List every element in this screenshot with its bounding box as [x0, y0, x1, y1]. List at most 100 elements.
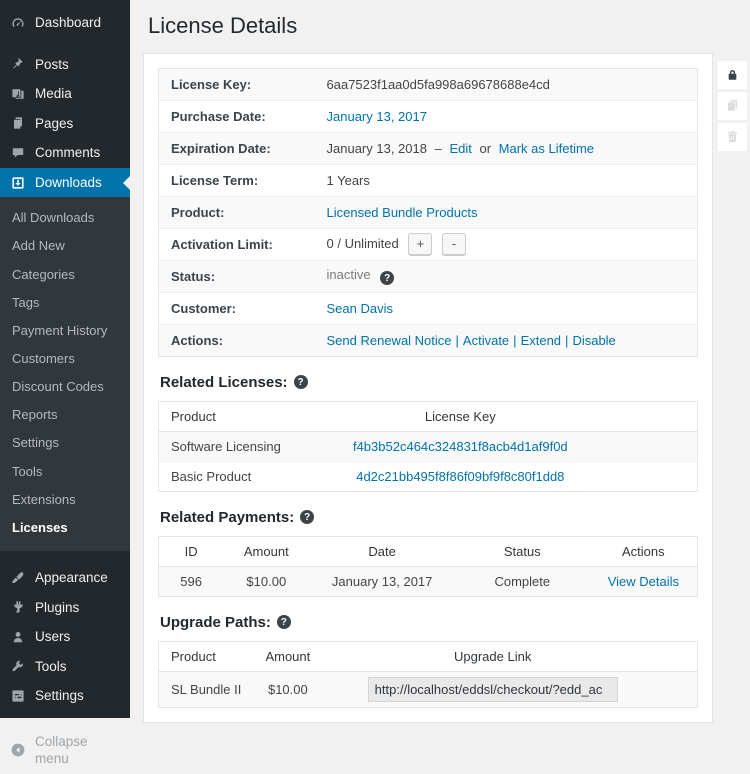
customer-row: Customer: Sean Davis [159, 292, 698, 324]
submenu-item-add-new[interactable]: Add New [0, 232, 130, 260]
related-license-product: Software Licensing [159, 431, 305, 461]
related-payments-help-icon[interactable]: ? [300, 510, 314, 524]
license-details-table: License Key: 6aa7523f1aa0d5fa998a6967868… [158, 68, 698, 357]
sidebar-item-label: Posts [35, 56, 69, 74]
pushpin-icon [10, 56, 26, 72]
table-row: Software Licensing f4b3b52c464c324831f8a… [159, 431, 698, 461]
product-link[interactable]: Licensed Bundle Products [327, 205, 478, 220]
sidebar-item-tools[interactable]: Tools [0, 652, 130, 682]
sidebar-item-label: Downloads [35, 174, 102, 192]
sidebar-spacer [0, 551, 130, 563]
sidebar-item-label: Tools [35, 658, 67, 676]
sidebar-item-settings[interactable]: Settings [0, 681, 130, 711]
edit-expiration-link[interactable]: Edit [449, 141, 471, 156]
expiration-date-value: January 13, 2018 [327, 141, 427, 156]
status-label: Status: [159, 260, 326, 292]
related-payments-table: ID Amount Date Status Actions 596 $10.00… [158, 536, 698, 597]
send-renewal-notice-link[interactable]: Send Renewal Notice [327, 333, 452, 348]
expiration-separator: – [435, 141, 442, 156]
sidebar-item-label: Settings [35, 687, 84, 705]
sidebar-item-label: Pages [35, 115, 73, 133]
related-license-key-link[interactable]: f4b3b52c464c324831f8acb4d1af9f0d [353, 439, 568, 454]
sidebar-item-users[interactable]: Users [0, 622, 130, 652]
sidebar-item-dashboard[interactable]: Dashboard [0, 8, 130, 38]
copy-button[interactable] [718, 92, 747, 120]
upgrade-amount: $10.00 [245, 671, 331, 707]
upgrade-paths-heading: Upgrade Paths: ? [160, 614, 698, 631]
submenu-item-settings[interactable]: Settings [0, 429, 130, 457]
submenu-item-reports[interactable]: Reports [0, 401, 130, 429]
submenu-item-categories[interactable]: Categories [0, 261, 130, 289]
related-licenses-table: Product License Key Software Licensing f… [158, 401, 698, 492]
delete-button[interactable] [718, 123, 747, 151]
column-header-amount: Amount [223, 536, 309, 566]
trash-icon [725, 129, 740, 144]
customer-link[interactable]: Sean Davis [327, 301, 393, 316]
sidebar-item-downloads[interactable]: Downloads [0, 168, 130, 198]
actions-separator: | [565, 333, 568, 348]
decrease-limit-button[interactable]: - [442, 233, 466, 255]
download-icon [10, 175, 26, 191]
purchase-date-link[interactable]: January 13, 2017 [327, 109, 427, 124]
related-license-product: Basic Product [159, 461, 305, 491]
actions-label: Actions: [159, 324, 326, 356]
sidebar-item-label: Appearance [35, 569, 108, 587]
comments-icon [10, 145, 26, 161]
sidebar-item-posts[interactable]: Posts [0, 50, 130, 80]
license-term-row: License Term: 1 Years [159, 164, 698, 196]
upgrade-paths-help-icon[interactable]: ? [277, 615, 291, 629]
sidebar-item-label: Media [35, 85, 72, 103]
submenu-item-payment-history[interactable]: Payment History [0, 317, 130, 345]
increase-limit-button[interactable]: + [408, 233, 432, 255]
sidebar-item-label: Dashboard [35, 14, 101, 32]
related-licenses-help-icon[interactable]: ? [294, 375, 308, 389]
media-icon [10, 86, 26, 102]
activate-link[interactable]: Activate [463, 333, 509, 348]
sidebar-item-appearance[interactable]: Appearance [0, 563, 130, 593]
main-content: License Details License Key: 6aa7523f1aa… [130, 0, 750, 723]
plugins-icon [10, 599, 26, 615]
purchase-date-label: Purchase Date: [159, 100, 326, 132]
status-help-icon[interactable]: ? [380, 271, 394, 285]
purchase-date-row: Purchase Date: January 13, 2017 [159, 100, 698, 132]
sidebar-item-label: Users [35, 628, 70, 646]
expiration-date-label: Expiration Date: [159, 132, 326, 164]
status-row: Status: inactive ? [159, 260, 698, 292]
disable-link[interactable]: Disable [572, 333, 615, 348]
license-details-card: License Key: 6aa7523f1aa0d5fa998a6967868… [143, 53, 713, 723]
submenu-item-all-downloads[interactable]: All Downloads [0, 204, 130, 232]
upgrade-link-input[interactable] [368, 677, 618, 702]
downloads-submenu: All Downloads Add New Categories Tags Pa… [0, 197, 130, 551]
sidebar-item-media[interactable]: Media [0, 79, 130, 109]
sidebar-item-comments[interactable]: Comments [0, 138, 130, 168]
copy-icon [725, 98, 740, 113]
submenu-item-discount-codes[interactable]: Discount Codes [0, 373, 130, 401]
admin-sidebar: Dashboard Posts Media Pages Comments Dow… [0, 0, 130, 718]
related-license-key-link[interactable]: 4d2c21bb495f8f86f09bf9f8c80f1dd8 [356, 469, 564, 484]
related-payments-heading-text: Related Payments: [160, 509, 294, 526]
submenu-item-licenses[interactable]: Licenses [0, 514, 130, 542]
dashboard-icon [10, 15, 26, 31]
collapse-menu-button[interactable]: Collapse menu [0, 727, 130, 774]
submenu-item-extensions[interactable]: Extensions [0, 486, 130, 514]
submenu-item-customers[interactable]: Customers [0, 345, 130, 373]
sidebar-item-label: Comments [35, 144, 100, 162]
column-header-product: Product [159, 641, 245, 671]
sidebar-item-pages[interactable]: Pages [0, 109, 130, 139]
pages-icon [10, 115, 26, 131]
actions-row: Actions: Send Renewal Notice | Activate | Ex… [159, 324, 698, 356]
license-term-label: License Term: [159, 164, 326, 196]
lock-button[interactable] [718, 61, 747, 89]
mark-as-lifetime-link[interactable]: Mark as Lifetime [499, 141, 594, 156]
sidebar-item-label: Plugins [35, 599, 79, 617]
payment-status: Complete [455, 566, 590, 596]
submenu-item-tools[interactable]: Tools [0, 458, 130, 486]
extend-link[interactable]: Extend [521, 333, 561, 348]
sidebar-spacer [0, 38, 130, 50]
actions-separator: | [456, 333, 459, 348]
view-details-link[interactable]: View Details [608, 574, 679, 589]
submenu-item-tags[interactable]: Tags [0, 289, 130, 317]
sidebar-item-plugins[interactable]: Plugins [0, 593, 130, 623]
page-title: License Details [148, 12, 750, 41]
column-header-product: Product [159, 401, 305, 431]
